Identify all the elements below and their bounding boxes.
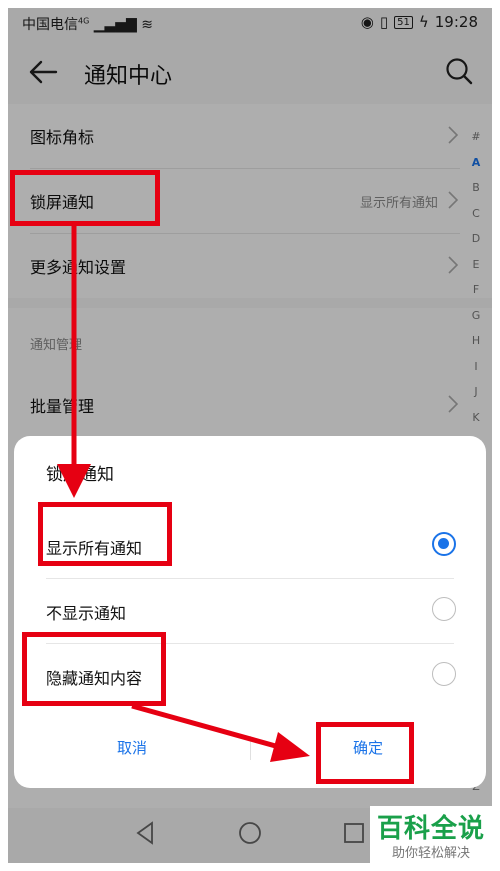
- annotation-arrows: [57, 226, 310, 762]
- arrow-down: [57, 226, 91, 498]
- watermark-title: 百科全说: [376, 814, 485, 844]
- watermark-subtitle: 助你轻松解决: [391, 846, 470, 861]
- screenshot-frame: 中国电信4G ▁▃▅▇ ≋ ◉ ▯ 51 ϟ 19:28 通知中心 图标角标 锁…: [8, 8, 492, 863]
- watermark-logo: 百科全说 助你轻松解决: [370, 806, 492, 863]
- arrow-to-confirm: [131, 703, 310, 762]
